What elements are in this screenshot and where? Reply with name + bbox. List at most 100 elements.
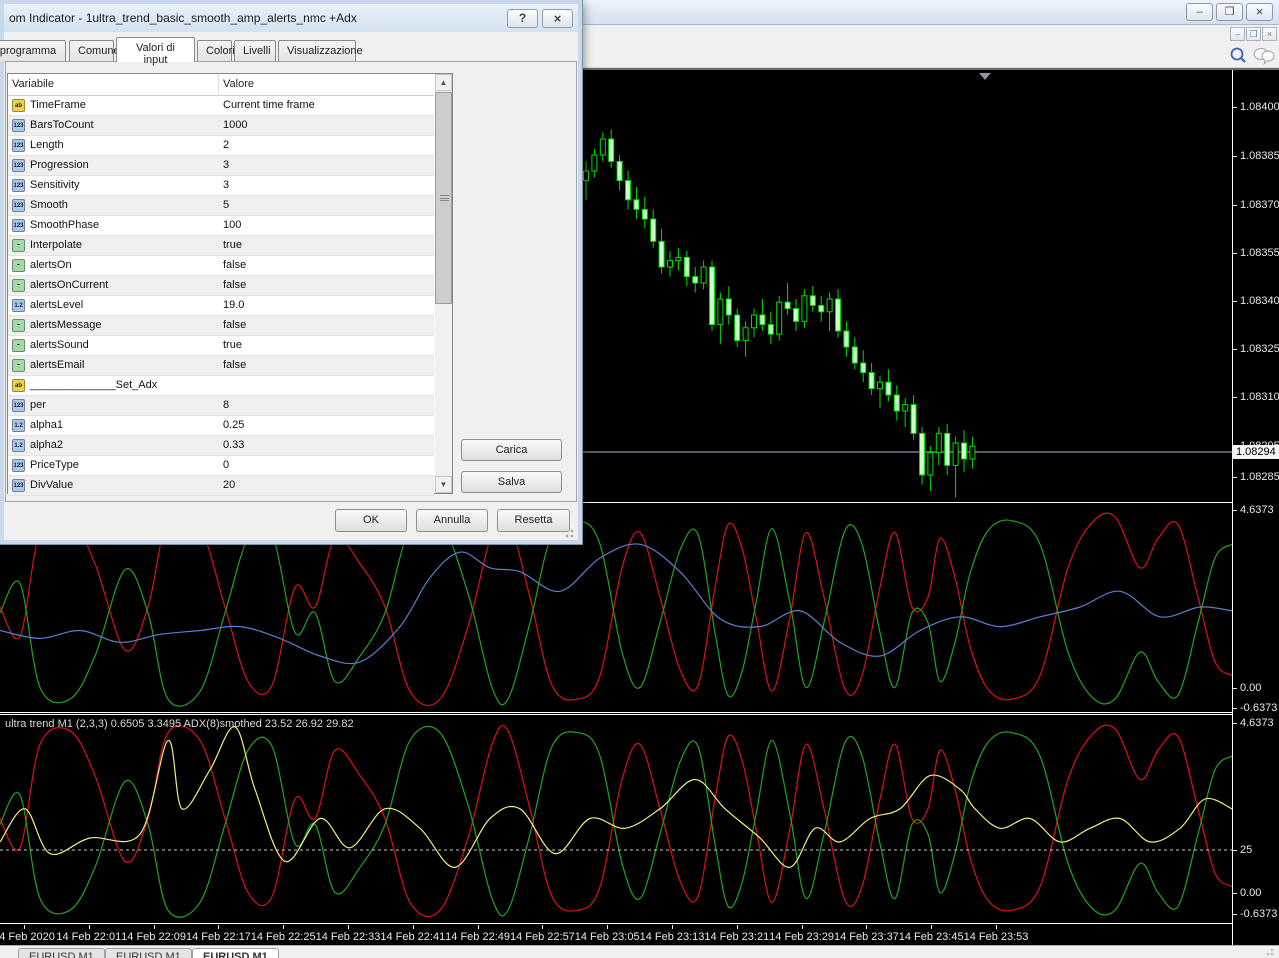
table-row[interactable]: ab ______________Set_Adx	[8, 376, 434, 396]
dialog-close-icon[interactable]: ×	[542, 9, 573, 28]
variable-name: alpha2	[30, 439, 64, 451]
table-row[interactable]: 123 SmoothPhase 100	[8, 216, 434, 236]
resetta-button[interactable]: Resetta	[497, 509, 570, 532]
variable-value[interactable]: 0	[223, 459, 229, 471]
time-tick	[283, 925, 285, 929]
separator	[0, 923, 1232, 924]
variable-value[interactable]: 3	[223, 159, 229, 171]
table-row[interactable]: ~ Interpolate true	[8, 236, 434, 256]
variable-value[interactable]: false	[223, 359, 246, 371]
variable-value[interactable]: 0.25	[223, 419, 244, 431]
double-type-icon: 1.2	[12, 419, 25, 432]
scroll-down-icon[interactable]: ▼	[435, 476, 452, 493]
table-row[interactable]: 123 DivValue 20	[8, 476, 434, 496]
time-tick-label: 14 Feb 22:17	[185, 931, 251, 943]
table-row[interactable]: 123 Sensitivity 3	[8, 176, 434, 196]
variable-value[interactable]: true	[223, 339, 242, 351]
variable-value[interactable]: false	[223, 319, 246, 331]
variable-value[interactable]: 100	[223, 219, 241, 231]
double-type-icon: 1.2	[12, 299, 25, 312]
thumb-grip	[440, 195, 449, 201]
bool-type-icon: ~	[12, 319, 25, 332]
chart-minimize-icon[interactable]: –	[1230, 27, 1245, 41]
table-row[interactable]: 1.2 alpha1 0.25	[8, 416, 434, 436]
table-row[interactable]: 123 Smooth 5	[8, 196, 434, 216]
salva-button[interactable]: Salva	[461, 471, 562, 493]
dialog-tab-programma[interactable]: programma	[0, 40, 66, 62]
resize-grip[interactable]	[1266, 948, 1276, 956]
variable-value[interactable]: 3	[223, 179, 229, 191]
int-type-icon: 123	[12, 139, 25, 152]
time-tick-label: 14 Feb 22:01	[56, 931, 122, 943]
table-row[interactable]: ~ alertsOn false	[8, 256, 434, 276]
scroll-up-icon[interactable]: ▲	[435, 74, 452, 91]
dialog-resize-grip[interactable]	[565, 528, 576, 538]
chart-close-icon[interactable]: ×	[1262, 27, 1277, 41]
chart-tab-1[interactable]: EURUSD,M1	[18, 948, 105, 958]
variable-value[interactable]: 8	[223, 399, 229, 411]
dialog-tab-valori-di-input[interactable]: Valori di input	[116, 37, 195, 66]
table-row[interactable]: 123 PriceType 0	[8, 456, 434, 476]
variable-name: PriceType	[30, 459, 79, 471]
chart-tab-3[interactable]: EURUSD,M1	[192, 948, 279, 958]
time-tick	[477, 925, 479, 929]
help-icon[interactable]: ?	[507, 9, 538, 28]
variable-value[interactable]: false	[223, 259, 246, 271]
variable-name: Progression	[30, 159, 89, 171]
table-row[interactable]: 123 Progression 3	[8, 156, 434, 176]
variable-value[interactable]: 1000	[223, 119, 247, 131]
ok-button[interactable]: OK	[335, 509, 407, 532]
variable-value[interactable]: 19.0	[223, 299, 244, 311]
time-tick-label: 14 Feb 22:25	[250, 931, 316, 943]
minimize-icon[interactable]: –	[1186, 3, 1213, 21]
table-row[interactable]: ~ alertsSound true	[8, 336, 434, 356]
table-row[interactable]: 1.2 alertsLevel 19.0	[8, 296, 434, 316]
carica-button[interactable]: Carica	[461, 439, 562, 461]
scroll-thumb[interactable]	[435, 92, 452, 304]
table-row[interactable]: ~ alertsOnCurrent false	[8, 276, 434, 296]
variable-value[interactable]: 20	[223, 479, 235, 491]
variable-value[interactable]: 0.33	[223, 439, 244, 451]
variable-name: BarsToCount	[30, 119, 94, 131]
table-scrollbar[interactable]: ▲ ▼	[435, 74, 452, 493]
header-valore: Valore	[223, 78, 254, 90]
indicator-scale-tick	[1233, 893, 1237, 894]
price-tick	[1233, 107, 1237, 108]
price-tick-label: 1.08355	[1240, 247, 1279, 259]
time-tick-label: 14 Feb 22:33	[315, 931, 381, 943]
table-row[interactable]: 1.2 alpha2 0.33	[8, 436, 434, 456]
variable-value[interactable]: Current time frame	[223, 99, 315, 111]
table-row[interactable]: ~ alertsEmail false	[8, 356, 434, 376]
table-row[interactable]: ~ alertsMessage false	[8, 316, 434, 336]
variable-name: per	[30, 399, 46, 411]
int-type-icon: 123	[12, 199, 25, 212]
annulla-button[interactable]: Annulla	[416, 509, 488, 532]
variable-value[interactable]: false	[223, 279, 246, 291]
time-tick	[931, 925, 933, 929]
community-chat-icon[interactable]	[1252, 46, 1276, 66]
indicator2-label: ultra trend M1 (2,3,3) 0.6505 3.3495 ADX…	[5, 718, 354, 730]
dialog-tab-comune[interactable]: Comune	[69, 40, 120, 62]
restore-icon[interactable]: ❐	[1216, 3, 1243, 21]
separator[interactable]	[0, 712, 1232, 713]
dialog-tab-colori[interactable]: Colori	[197, 40, 235, 62]
table-row[interactable]: 123 per 8	[8, 396, 434, 416]
table-row[interactable]: 123 BarsToCount 1000	[8, 116, 434, 136]
indicator-scale-tick	[1233, 850, 1237, 851]
variable-value[interactable]: true	[223, 239, 242, 251]
table-row[interactable]: 123 Length 2	[8, 136, 434, 156]
zoom-icon[interactable]	[1228, 46, 1248, 66]
variable-value[interactable]: 5	[223, 199, 229, 211]
dialog-titlebar[interactable]: om Indicator - 1ultra_trend_basic_smooth…	[4, 4, 578, 32]
dialog-tab-livelli[interactable]: Livelli	[234, 40, 276, 62]
dialog-tab-visualizzazione[interactable]: Visualizzazione	[278, 40, 363, 62]
indicator-scale-tick	[1233, 688, 1237, 689]
axis-divider	[1232, 70, 1233, 945]
variable-value[interactable]: 2	[223, 139, 229, 151]
price-tick-label: 1.08400	[1240, 101, 1279, 113]
table-row[interactable]: ab TimeFrame Current time frame	[8, 96, 434, 116]
chart-restore-icon[interactable]: ❐	[1246, 27, 1261, 41]
chart-tab-2[interactable]: EURUSD,M1	[105, 948, 192, 958]
time-tick	[153, 925, 155, 929]
close-icon[interactable]: ×	[1246, 3, 1273, 21]
